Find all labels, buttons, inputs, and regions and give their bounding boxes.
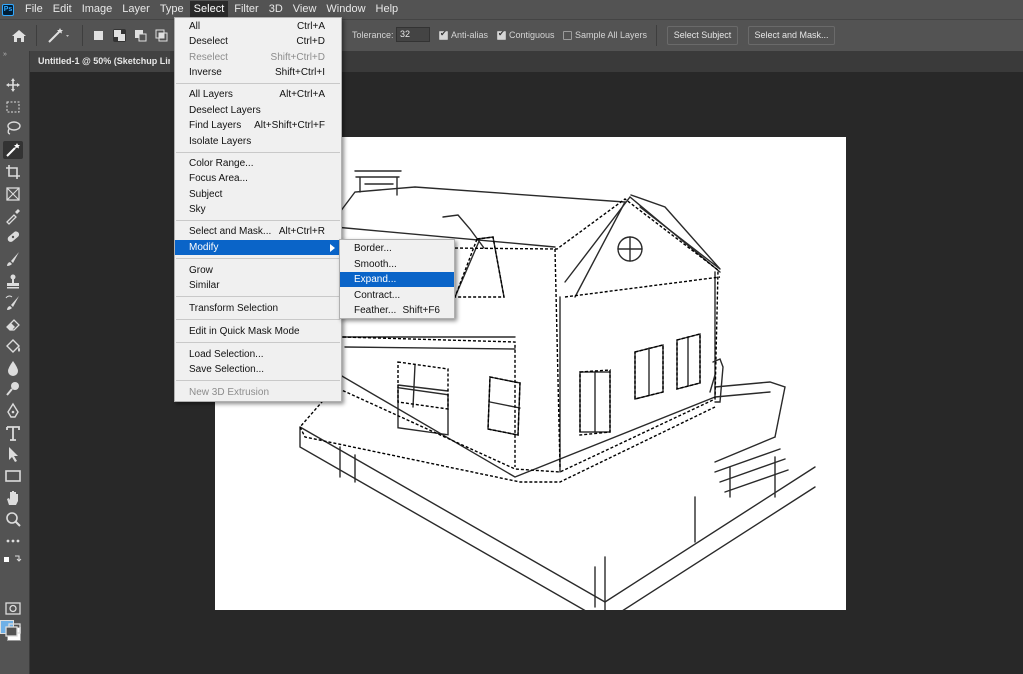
menu-item-grow[interactable]: Grow (175, 263, 341, 278)
move-tool-icon[interactable] (3, 76, 23, 94)
menu-item-contract[interactable]: Contract... (340, 288, 454, 303)
menu-item-find-layers[interactable]: Find Layers Alt+Shift+Ctrl+F (175, 118, 341, 133)
new-selection-icon[interactable] (92, 29, 105, 42)
tolerance-label: Tolerance: (352, 30, 394, 40)
menu-item-similar[interactable]: Similar (175, 278, 341, 293)
document-tab[interactable]: Untitled-1 @ 50% (Sketchup Lin (30, 51, 170, 72)
hand-tool-icon[interactable] (3, 489, 23, 507)
paint-bucket-tool-icon[interactable] (3, 337, 23, 355)
menu-item-reselect: Reselect Shift+Ctrl+D (189, 52, 325, 63)
menu-item-select-and-mask[interactable]: Select and Mask... Alt+Ctrl+R (175, 224, 341, 239)
eyedropper-tool-icon[interactable] (3, 207, 23, 225)
menu-image[interactable]: Image (78, 1, 117, 18)
rectangle-tool-icon[interactable] (3, 467, 23, 485)
more-tools-icon[interactable] (3, 532, 23, 550)
menu-window[interactable]: Window (322, 1, 369, 18)
anti-alias-label: Anti-alias (451, 30, 489, 40)
frame-tool-icon[interactable] (3, 185, 23, 203)
menu-item-save-selection[interactable]: Save Selection... (175, 362, 341, 377)
menu-item-focus-area[interactable]: Focus Area... (175, 171, 341, 186)
modify-submenu: Border... Smooth... Expand... Contract..… (339, 239, 455, 319)
menu-separator (176, 83, 340, 84)
marquee-tool-icon[interactable] (3, 98, 23, 116)
select-and-mask-button[interactable]: Select and Mask... (748, 26, 835, 45)
menu-filter[interactable]: Filter (230, 1, 262, 18)
select-menu-dropdown: All Ctrl+A Deselect Ctrl+D Reselect Shift+C… (174, 17, 342, 402)
subtract-from-selection-icon[interactable] (134, 29, 147, 42)
collapse-arrows-icon[interactable]: » (3, 51, 7, 58)
menu-separator (176, 220, 340, 221)
divider (82, 25, 83, 46)
brush-tool-icon[interactable] (3, 250, 23, 268)
menu-item-edit-quick-mask[interactable]: Edit in Quick Mask Mode (175, 324, 341, 339)
history-brush-tool-icon[interactable] (3, 294, 23, 312)
add-to-selection-icon[interactable] (113, 29, 126, 42)
menu-item-modify[interactable]: Modify (175, 240, 341, 255)
menu-item-all[interactable]: All Ctrl+A (175, 19, 341, 34)
anti-alias-checkbox[interactable] (439, 29, 448, 40)
menu-select[interactable]: Select (189, 1, 229, 18)
magic-wand-preset-icon[interactable] (46, 27, 74, 45)
menu-file[interactable]: File (21, 1, 47, 18)
lasso-tool-icon[interactable] (3, 119, 23, 137)
menu-3d[interactable]: 3D (265, 1, 287, 18)
menu-item-border[interactable]: Border... (340, 241, 454, 256)
menu-separator (176, 152, 340, 153)
contiguous-checkbox[interactable] (497, 29, 506, 40)
menu-separator (176, 258, 340, 259)
menu-type[interactable]: Type (156, 1, 188, 18)
menu-separator (176, 319, 340, 320)
tools-panel: » (0, 51, 30, 674)
quick-mask-icon[interactable] (3, 599, 23, 617)
screen-mode-icon[interactable] (3, 621, 23, 639)
pen-tool-icon[interactable] (3, 402, 23, 420)
menu-item-feather[interactable]: Feather... Shift+F6 (340, 303, 454, 318)
menu-item-deselect[interactable]: Deselect Ctrl+D (175, 34, 341, 49)
menu-item-subject[interactable]: Subject (175, 187, 341, 202)
menu-item-sky[interactable]: Sky (175, 202, 341, 217)
menu-item-isolate-layers[interactable]: Isolate Layers (175, 134, 341, 149)
divider (36, 25, 37, 46)
menu-item-inverse[interactable]: Inverse Shift+Ctrl+I (175, 65, 341, 80)
magic-wand-tool-icon[interactable] (3, 141, 23, 159)
zoom-tool-icon[interactable] (3, 510, 23, 528)
healing-brush-tool-icon[interactable] (3, 228, 23, 246)
menu-item-deselect-layers[interactable]: Deselect Layers (175, 103, 341, 118)
menu-item-transform-selection[interactable]: Transform Selection (175, 301, 341, 316)
menu-separator (176, 296, 340, 297)
select-subject-button[interactable]: Select Subject (667, 26, 738, 45)
home-icon[interactable] (11, 29, 27, 43)
tolerance-input[interactable]: 32 (396, 27, 430, 42)
sample-all-layers-label: Sample All Layers (575, 30, 648, 40)
blur-tool-icon[interactable] (3, 359, 23, 377)
menu-separator (176, 342, 340, 343)
sample-all-layers-checkbox[interactable] (563, 31, 572, 40)
menu-item-load-selection[interactable]: Load Selection... (175, 347, 341, 362)
menu-item-color-range[interactable]: Color Range... (175, 156, 341, 171)
menu-bar: Ps File Edit Image Layer Type Select Fil… (0, 0, 1023, 19)
menu-edit[interactable]: Edit (49, 1, 76, 18)
crop-tool-icon[interactable] (3, 163, 23, 181)
eraser-tool-icon[interactable] (3, 315, 23, 333)
menu-layer[interactable]: Layer (118, 1, 154, 18)
menu-help[interactable]: Help (372, 1, 403, 18)
photoshop-logo-icon: Ps (2, 3, 14, 16)
clone-stamp-tool-icon[interactable] (3, 272, 23, 290)
divider (656, 25, 657, 46)
menu-item-expand[interactable]: Expand... (340, 272, 454, 287)
menu-item-new-3d-extrusion: New 3D Extrusion (189, 387, 270, 398)
submenu-arrow-icon (330, 244, 335, 252)
menu-item-all-layers[interactable]: All Layers Alt+Ctrl+A (175, 87, 341, 102)
options-bar: Tolerance: 32 Anti-alias Contiguous Samp… (0, 19, 1023, 51)
menu-item-smooth[interactable]: Smooth... (340, 257, 454, 272)
swap-colors-icon[interactable] (3, 551, 23, 563)
intersect-selection-icon[interactable] (155, 29, 168, 42)
contiguous-label: Contiguous (509, 30, 555, 40)
menu-separator (176, 380, 340, 381)
path-selection-tool-icon[interactable] (3, 445, 23, 463)
dodge-tool-icon[interactable] (3, 380, 23, 398)
menu-view[interactable]: View (289, 1, 321, 18)
type-tool-icon[interactable] (3, 424, 23, 442)
